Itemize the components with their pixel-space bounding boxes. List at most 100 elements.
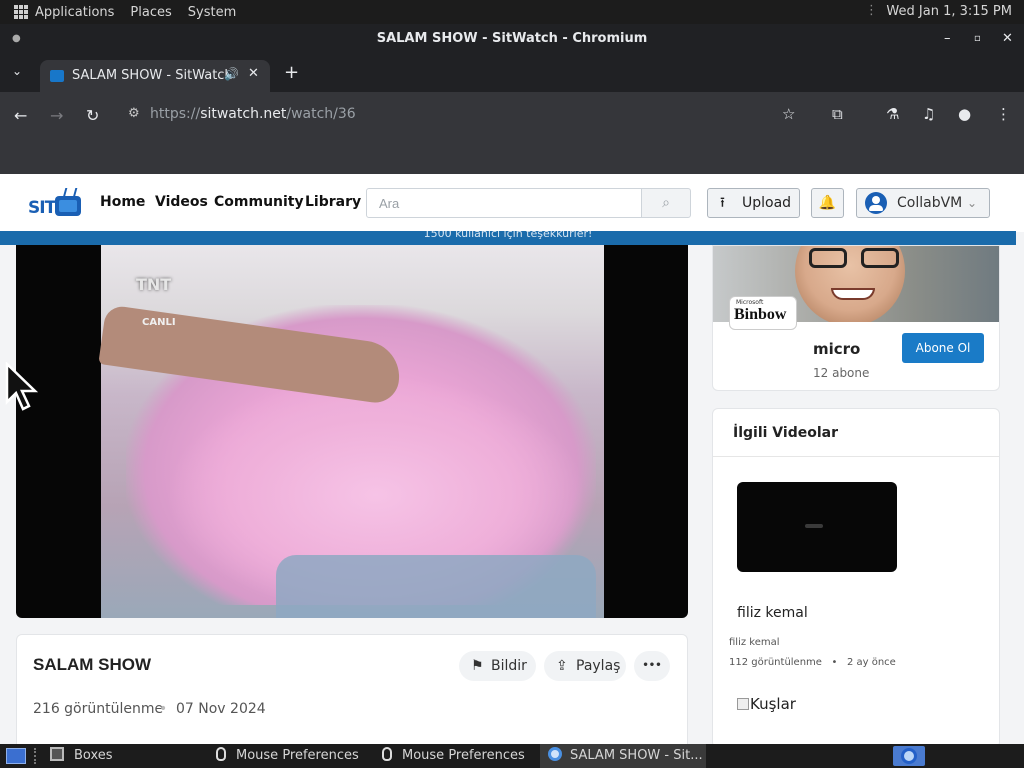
task-chromium[interactable]: SALAM SHOW - Sit...: [540, 744, 706, 768]
bookmark-star-icon[interactable]: ☆: [782, 105, 795, 123]
sitwatch-logo[interactable]: SIT: [28, 188, 84, 220]
labs-flask-icon[interactable]: ⚗: [886, 105, 899, 123]
report-button[interactable]: ⚑ Bildir: [459, 651, 536, 681]
share-label: Paylaş: [576, 658, 621, 674]
user-name: CollabVM: [897, 195, 963, 211]
clock[interactable]: Wed Jan 1, 3:15 PM: [886, 4, 1012, 19]
view-count: 216 görüntülenme: [33, 701, 164, 717]
task-mouse-preferences-2[interactable]: Mouse Preferences: [382, 744, 525, 768]
tray-separator-icon: ⋮: [865, 3, 878, 18]
nav-home[interactable]: Home: [100, 194, 145, 210]
search-icon: ⌕: [662, 195, 670, 211]
tab-title: SALAM SHOW - SitWatch: [72, 68, 233, 83]
search-button[interactable]: ⌕: [641, 188, 691, 218]
tnt-logo: TNT: [136, 275, 172, 294]
mouse-pointer-icon: [5, 362, 39, 411]
share-icon: ⇪: [556, 658, 568, 674]
related-views: 112 görüntülenme: [729, 657, 822, 668]
task-chromium-label: SALAM SHOW - Sit...: [570, 748, 703, 763]
site-info-icon[interactable]: ⚙: [128, 106, 140, 121]
related-age: 2 ay önce: [846, 657, 896, 668]
extensions-icon[interactable]: ⧉: [832, 105, 843, 123]
nav-community[interactable]: Community: [214, 194, 304, 210]
channel-card: Microsoft Binbow micro 12 abone Abone Ol: [712, 245, 1000, 391]
related-videos-panel: İlgili Videolar filiz kemal filiz kemal …: [712, 408, 1000, 744]
system-menu[interactable]: System: [188, 5, 236, 20]
task-mouse-preferences-1[interactable]: Mouse Preferences: [216, 744, 359, 768]
video-info-card: SALAM SHOW ⚑ Bildir ⇪ Paylaş ••• 216 gör…: [16, 634, 688, 744]
share-button[interactable]: ⇪ Paylaş: [544, 651, 626, 681]
related-item-kuslar[interactable]: Kuşlar: [737, 695, 796, 713]
window-titlebar[interactable]: ● SALAM SHOW - SitWatch - Chromium – ▫ ✕: [0, 24, 1024, 56]
avatar-microsoft-text: Microsoft: [736, 299, 764, 306]
video-player[interactable]: TNT CANLI: [16, 245, 688, 618]
media-controls-icon[interactable]: ♫: [922, 105, 935, 123]
announcement-bar: 1500 kullanıcı için teşekkürler!: [0, 231, 1016, 245]
tab-strip: ⌄ SALAM SHOW - SitWatch 🔊 ✕ +: [0, 56, 1024, 92]
related-title[interactable]: filiz kemal: [737, 605, 808, 621]
reload-icon[interactable]: ↻: [86, 106, 99, 125]
show-desktop-icon[interactable]: [6, 748, 26, 764]
new-tab-button[interactable]: +: [284, 62, 299, 83]
tab-search-chevron-icon[interactable]: ⌄: [12, 64, 22, 78]
upload-button[interactable]: ⭱ Upload: [707, 188, 800, 218]
applications-menu[interactable]: Applications: [35, 5, 114, 20]
tab-sitwatch[interactable]: SALAM SHOW - SitWatch 🔊 ✕: [40, 60, 270, 92]
flag-icon: ⚑: [471, 658, 484, 674]
speaker-icon[interactable]: 🔊: [224, 67, 239, 81]
banner-glasses: [809, 248, 909, 270]
subscribe-button[interactable]: Abone Ol: [902, 333, 984, 363]
related-channel[interactable]: filiz kemal: [729, 637, 780, 648]
task-mouse-label-1: Mouse Preferences: [236, 748, 359, 763]
url-scheme: https://: [150, 106, 201, 122]
address-bar[interactable]: https://sitwatch.net/watch/36: [150, 106, 356, 122]
window-menu-icon[interactable]: ●: [12, 24, 21, 54]
nav-library[interactable]: Library: [305, 194, 361, 210]
minimize-icon[interactable]: –: [944, 24, 951, 54]
more-options-button[interactable]: •••: [634, 651, 670, 681]
mouse-icon: [216, 747, 226, 761]
avatar-binbow-text: Binbow: [734, 306, 787, 323]
forward-arrow-icon[interactable]: →: [50, 106, 63, 125]
task-boxes[interactable]: Boxes: [50, 744, 113, 768]
user-avatar-icon: [865, 192, 887, 214]
channel-name[interactable]: micro: [813, 340, 860, 358]
window-title: SALAM SHOW - SitWatch - Chromium: [376, 31, 648, 46]
upload-date: 07 Nov 2024: [176, 701, 266, 717]
places-menu[interactable]: Places: [130, 5, 171, 20]
close-window-icon[interactable]: ✕: [1002, 24, 1013, 54]
notifications-button[interactable]: 🔔: [811, 188, 844, 218]
related-meta-separator: •: [831, 657, 838, 668]
related-meta: 112 görüntülenme • 2 ay önce: [729, 657, 896, 668]
menu-kebab-icon[interactable]: ⋮: [996, 105, 1011, 123]
applications-grid-icon[interactable]: [14, 5, 28, 19]
banner-smile: [831, 288, 875, 300]
back-arrow-icon[interactable]: ←: [14, 106, 27, 125]
maximize-icon[interactable]: ▫: [974, 24, 981, 54]
related-heading: İlgili Videolar: [733, 425, 838, 441]
upload-icon: ⭱: [720, 195, 725, 211]
bottom-taskbar: Boxes Mouse Preferences Mouse Preference…: [0, 744, 1024, 768]
workspace-switcher[interactable]: [893, 746, 925, 766]
related-header: İlgili Videolar: [713, 409, 999, 457]
task-boxes-label: Boxes: [74, 748, 113, 763]
search-input[interactable]: [366, 188, 642, 218]
chromium-icon: [548, 747, 562, 761]
video-title: SALAM SHOW: [33, 655, 152, 674]
page-viewport: SIT Home Videos Community Library ⌕ ⭱ Up…: [0, 174, 1024, 744]
boxes-icon: [50, 747, 64, 761]
url-path: /watch/36: [286, 106, 356, 122]
related-thumbnail[interactable]: [737, 482, 897, 572]
site-header: SIT Home Videos Community Library ⌕ ⭱ Up…: [0, 174, 1024, 232]
task-mouse-label-2: Mouse Preferences: [402, 748, 525, 763]
taskbar-handle-icon: [34, 748, 38, 764]
profile-icon[interactable]: ●: [958, 105, 971, 123]
close-tab-icon[interactable]: ✕: [248, 66, 259, 81]
upload-label: Upload: [742, 195, 792, 211]
browser-toolbar: ← → ↻ ⚙ https://sitwatch.net/watch/36 ☆ …: [0, 92, 1024, 142]
channel-avatar[interactable]: Microsoft Binbow: [729, 296, 797, 330]
top-panel: Applications Places System ⋮ Wed Jan 1, …: [0, 0, 1024, 24]
url-host: sitwatch.net: [200, 106, 287, 122]
user-menu-button[interactable]: CollabVM ⌄: [856, 188, 990, 218]
nav-videos[interactable]: Videos: [155, 194, 208, 210]
